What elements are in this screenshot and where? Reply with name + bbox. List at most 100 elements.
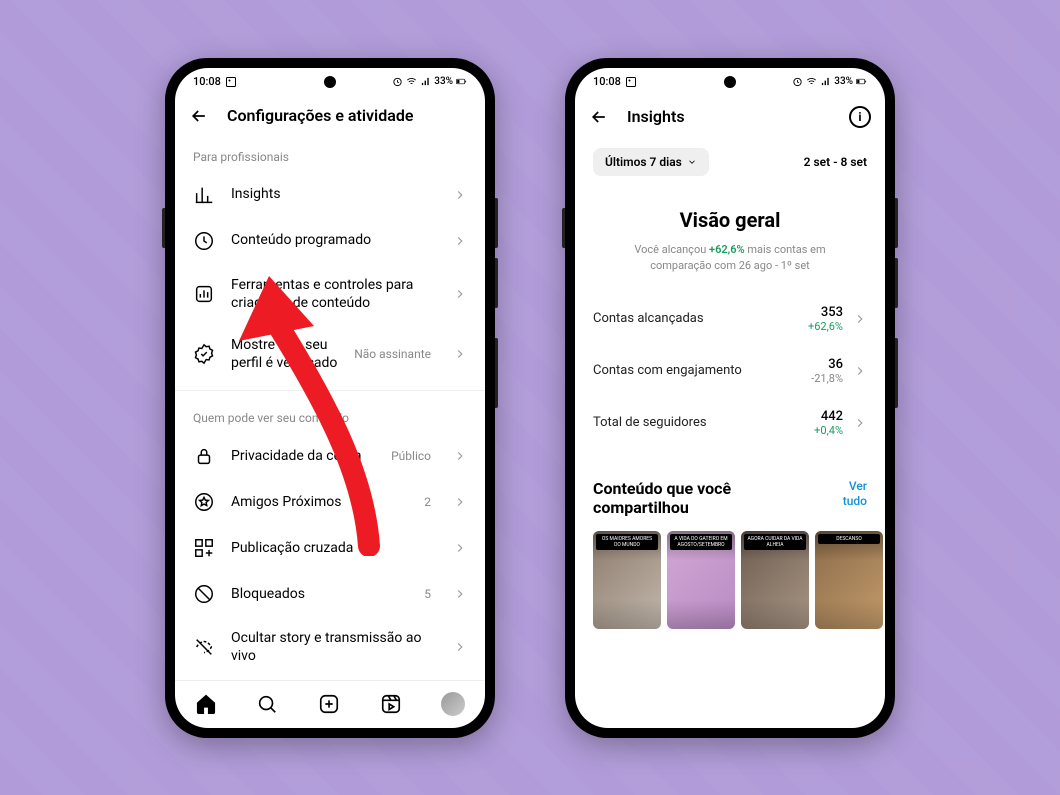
chevron-right-icon <box>853 416 867 430</box>
settings-content[interactable]: Para profissionais Insights Conteúdo pro… <box>175 136 485 680</box>
metric-accounts-engaged[interactable]: Contas com engajamento 36 -21,8% <box>575 345 885 397</box>
star-circle-icon <box>193 491 215 513</box>
chevron-right-icon <box>453 495 467 509</box>
lock-icon <box>193 445 215 467</box>
phone-side-button <box>495 338 498 408</box>
menu-account-privacy[interactable]: Privacidade da conta Público <box>175 433 485 479</box>
menu-verified[interactable]: Mostre que seu perfil é verificado Não a… <box>175 324 485 384</box>
crosspost-icon <box>193 537 215 559</box>
phone-camera-hole <box>724 76 736 88</box>
phone-side-button <box>895 198 898 248</box>
phone-left: 10:08 33% Configurações e atividade Para… <box>165 58 495 738</box>
overview-title: Visão geral <box>575 182 885 242</box>
metric-total-followers[interactable]: Total de seguidores 442 +0,4% <box>575 397 885 449</box>
bottom-nav <box>175 680 485 728</box>
menu-label: Bloqueados <box>231 585 408 603</box>
metric-accounts-reached[interactable]: Contas alcançadas 353 +62,6% <box>575 293 885 345</box>
reels-icon[interactable] <box>380 693 402 715</box>
menu-blocked[interactable]: Bloqueados 5 <box>175 571 485 617</box>
phone-right: 10:08 33% Insights i <box>565 58 895 738</box>
menu-insights[interactable]: Insights <box>175 172 485 218</box>
status-time: 10:08 <box>193 75 221 88</box>
chevron-right-icon <box>453 449 467 463</box>
home-icon[interactable] <box>195 693 217 715</box>
phone-side-button <box>895 338 898 408</box>
metric-label: Total de seguidores <box>593 415 804 430</box>
picture-icon <box>225 76 237 88</box>
page-title: Insights <box>627 107 831 126</box>
signal-icon <box>420 76 431 87</box>
phone-side-button <box>562 208 565 248</box>
phone-side-button <box>895 258 898 308</box>
phone-camera-hole <box>324 76 336 88</box>
menu-label: Ocultar story e transmissão ao vivo <box>231 629 437 665</box>
battery-text: 33% <box>434 76 453 87</box>
screen-settings: 10:08 33% Configurações e atividade Para… <box>175 68 485 728</box>
back-arrow-icon[interactable] <box>189 106 209 126</box>
menu-label: Amigos Próximos <box>231 493 408 511</box>
alarm-icon <box>792 76 803 87</box>
chevron-right-icon <box>853 312 867 326</box>
menu-sublabel: Público <box>391 449 431 463</box>
date-range-chip[interactable]: Últimos 7 dias <box>593 148 709 176</box>
info-icon[interactable]: i <box>849 106 871 128</box>
app-header: Configurações e atividade <box>175 96 485 136</box>
chevron-right-icon <box>453 640 467 654</box>
hide-icon <box>193 636 215 658</box>
menu-label: Conteúdo programado <box>231 231 437 249</box>
shared-content-header: Conteúdo que você compartilhou Ver tudo <box>575 449 885 517</box>
page-title: Configurações e atividade <box>227 106 471 125</box>
app-header: Insights i <box>575 96 885 138</box>
chevron-down-icon <box>687 157 697 167</box>
chip-label: Últimos 7 dias <box>605 155 682 169</box>
menu-label: Mostre que seu perfil é verificado <box>231 336 338 372</box>
metric-label: Contas com engajamento <box>593 363 801 378</box>
menu-scheduled-content[interactable]: Conteúdo programado <box>175 218 485 264</box>
see-all-link[interactable]: Ver tudo <box>825 479 867 510</box>
menu-label: Ferramentas e controles para criadores d… <box>231 276 437 312</box>
divider <box>175 390 485 391</box>
chevron-right-icon <box>453 347 467 361</box>
profile-avatar[interactable] <box>441 692 465 716</box>
menu-sublabel: 5 <box>424 587 431 601</box>
content-thumbnail[interactable]: A VIDA DO GATEIRO EM AGOSTO/SETEMBRO <box>667 531 735 629</box>
chevron-right-icon <box>453 287 467 301</box>
battery-icon <box>856 76 867 87</box>
screen-insights: 10:08 33% Insights i <box>575 68 885 728</box>
chevron-right-icon <box>453 587 467 601</box>
menu-crossposting[interactable]: Publicação cruzada <box>175 525 485 571</box>
status-time: 10:08 <box>593 75 621 88</box>
phone-side-button <box>162 208 165 248</box>
create-icon[interactable] <box>318 693 340 715</box>
menu-close-friends[interactable]: Amigos Próximos 2 <box>175 479 485 525</box>
insights-content[interactable]: Últimos 7 dias 2 set - 8 set Visão geral… <box>575 138 885 728</box>
chevron-right-icon <box>453 541 467 555</box>
content-thumbnail[interactable]: OS MAIORES AMORES DO MUNDO <box>593 531 661 629</box>
signal-icon <box>820 76 831 87</box>
menu-label: Privacidade da conta <box>231 447 375 465</box>
phone-side-button <box>495 198 498 248</box>
content-thumbnail[interactable]: DESCANSO <box>815 531 883 629</box>
metric-values: 36 -21,8% <box>811 357 843 385</box>
metric-values: 442 +0,4% <box>814 409 843 437</box>
tools-icon <box>193 283 215 305</box>
menu-creator-tools[interactable]: Ferramentas e controles para criadores d… <box>175 264 485 324</box>
block-icon <box>193 583 215 605</box>
wifi-icon <box>406 76 417 87</box>
back-arrow-icon[interactable] <box>589 107 609 127</box>
menu-sublabel: 2 <box>424 495 431 509</box>
alarm-icon <box>392 76 403 87</box>
section-label-pros: Para profissionais <box>175 136 485 172</box>
picture-icon <box>625 76 637 88</box>
search-icon[interactable] <box>256 693 278 715</box>
date-range-text: 2 set - 8 set <box>804 155 867 169</box>
menu-hide-story[interactable]: Ocultar story e transmissão ao vivo <box>175 617 485 677</box>
battery-icon <box>456 76 467 87</box>
chart-icon <box>193 184 215 206</box>
battery-text: 33% <box>834 76 853 87</box>
chevron-right-icon <box>453 234 467 248</box>
phones-container: 10:08 33% Configurações e atividade Para… <box>0 0 1060 795</box>
content-thumbnail[interactable]: AGORA CUIDAR DA VIDA ALHEIA <box>741 531 809 629</box>
content-thumbnails[interactable]: OS MAIORES AMORES DO MUNDO A VIDA DO GAT… <box>575 517 885 629</box>
verify-icon <box>193 343 215 365</box>
